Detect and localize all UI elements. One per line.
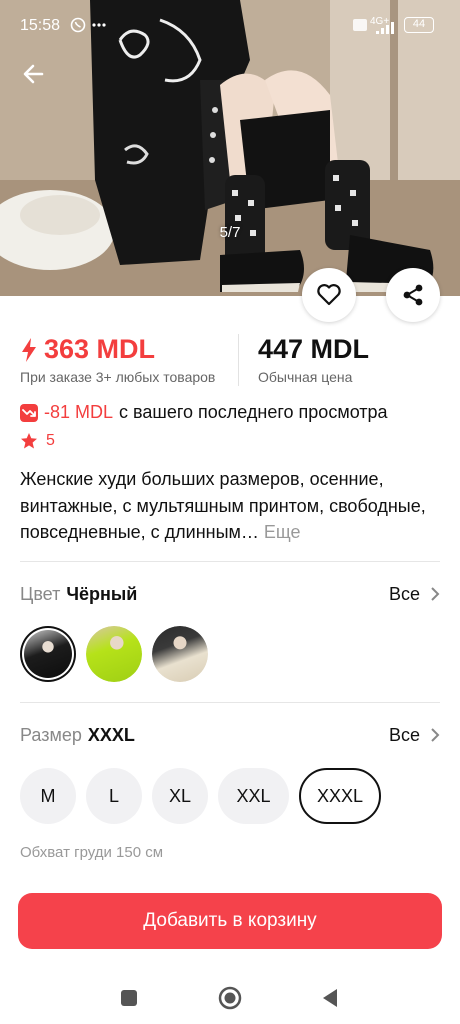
- size-all-label: Все: [388, 724, 420, 745]
- chevron-right-icon: [431, 587, 440, 601]
- color-swatch-beige[interactable]: [152, 626, 208, 682]
- size-value: XXXL: [87, 724, 135, 745]
- trend-down-icon: [20, 403, 38, 422]
- system-nav-bar: [0, 970, 460, 1024]
- description-text: Женские худи больших размеров, осенние, …: [20, 469, 426, 542]
- regular-price-note: Обычная цена: [258, 369, 353, 385]
- size-option-row[interactable]: Размер XXXL Все: [20, 720, 440, 750]
- battery-level: 44: [412, 18, 426, 30]
- image-page-indicator: 5/7: [219, 224, 241, 241]
- rating[interactable]: 5: [20, 432, 55, 450]
- share-icon: [403, 284, 423, 306]
- divider: [20, 561, 440, 562]
- square-icon: [121, 990, 137, 1006]
- size-chip-l[interactable]: L: [86, 768, 142, 824]
- price-divider: [238, 334, 239, 386]
- promo-price-note: При заказе 3+ любых товаров: [20, 369, 216, 385]
- description-more-link[interactable]: Еще: [264, 522, 301, 542]
- size-chip-xl[interactable]: XL: [152, 768, 208, 824]
- arrow-left-icon: [23, 64, 44, 84]
- color-value: Чёрный: [66, 583, 138, 604]
- size-chip-xxxl[interactable]: XXXL: [299, 768, 381, 824]
- nav-back-button[interactable]: [316, 984, 344, 1012]
- back-button[interactable]: [18, 58, 50, 90]
- promo-price: 363 MDL: [20, 334, 155, 365]
- battery-icon: 44: [404, 17, 434, 33]
- regular-price: 447 MDL: [258, 334, 370, 364]
- favorite-button[interactable]: [302, 268, 356, 322]
- divider: [20, 702, 440, 703]
- product-image[interactable]: 15:58 4G+ 44 5/7: [0, 0, 460, 296]
- add-to-cart-button[interactable]: Добавить в корзину: [18, 893, 442, 949]
- size-chips: M L XL XXL XXXL: [20, 768, 381, 824]
- color-label: Цвет: [20, 583, 61, 604]
- star-icon: [21, 433, 37, 449]
- home-circle-icon: [218, 986, 242, 1010]
- status-time: 15:58: [20, 17, 61, 34]
- color-swatch-yellow-green[interactable]: [86, 626, 142, 682]
- size-chip-xxl[interactable]: XXL: [218, 768, 289, 824]
- price-drop-text: с вашего последнего просмотра: [119, 402, 388, 422]
- lightning-icon: [22, 337, 36, 362]
- size-measurement: Обхват груди 150 см: [20, 844, 164, 861]
- heart-icon: [317, 284, 341, 306]
- status-bar: 15:58 4G+ 44: [0, 0, 460, 52]
- size-label: Размер: [20, 724, 82, 745]
- rating-value: 5: [46, 432, 55, 449]
- price-drop-line: -81 MDL с вашего последнего просмотра: [20, 402, 388, 423]
- triangle-back-icon: [323, 989, 337, 1007]
- promo-price-value: 363 MDL: [44, 334, 156, 364]
- color-all-label: Все: [388, 583, 420, 604]
- chevron-right-icon: [431, 728, 440, 742]
- color-option-row[interactable]: Цвет Чёрный Все: [20, 579, 440, 609]
- home-button[interactable]: [216, 984, 244, 1012]
- recent-apps-button[interactable]: [115, 984, 143, 1012]
- color-swatches: [20, 626, 208, 682]
- color-swatch-black[interactable]: [20, 626, 76, 682]
- share-button[interactable]: [386, 268, 440, 322]
- color-all-link[interactable]: Все: [389, 584, 440, 605]
- product-description[interactable]: Женские худи больших размеров, осенние, …: [20, 466, 440, 546]
- size-all-link[interactable]: Все: [389, 725, 440, 746]
- price-drop-amount: -81 MDL: [44, 402, 114, 422]
- size-chip-m[interactable]: M: [20, 768, 76, 824]
